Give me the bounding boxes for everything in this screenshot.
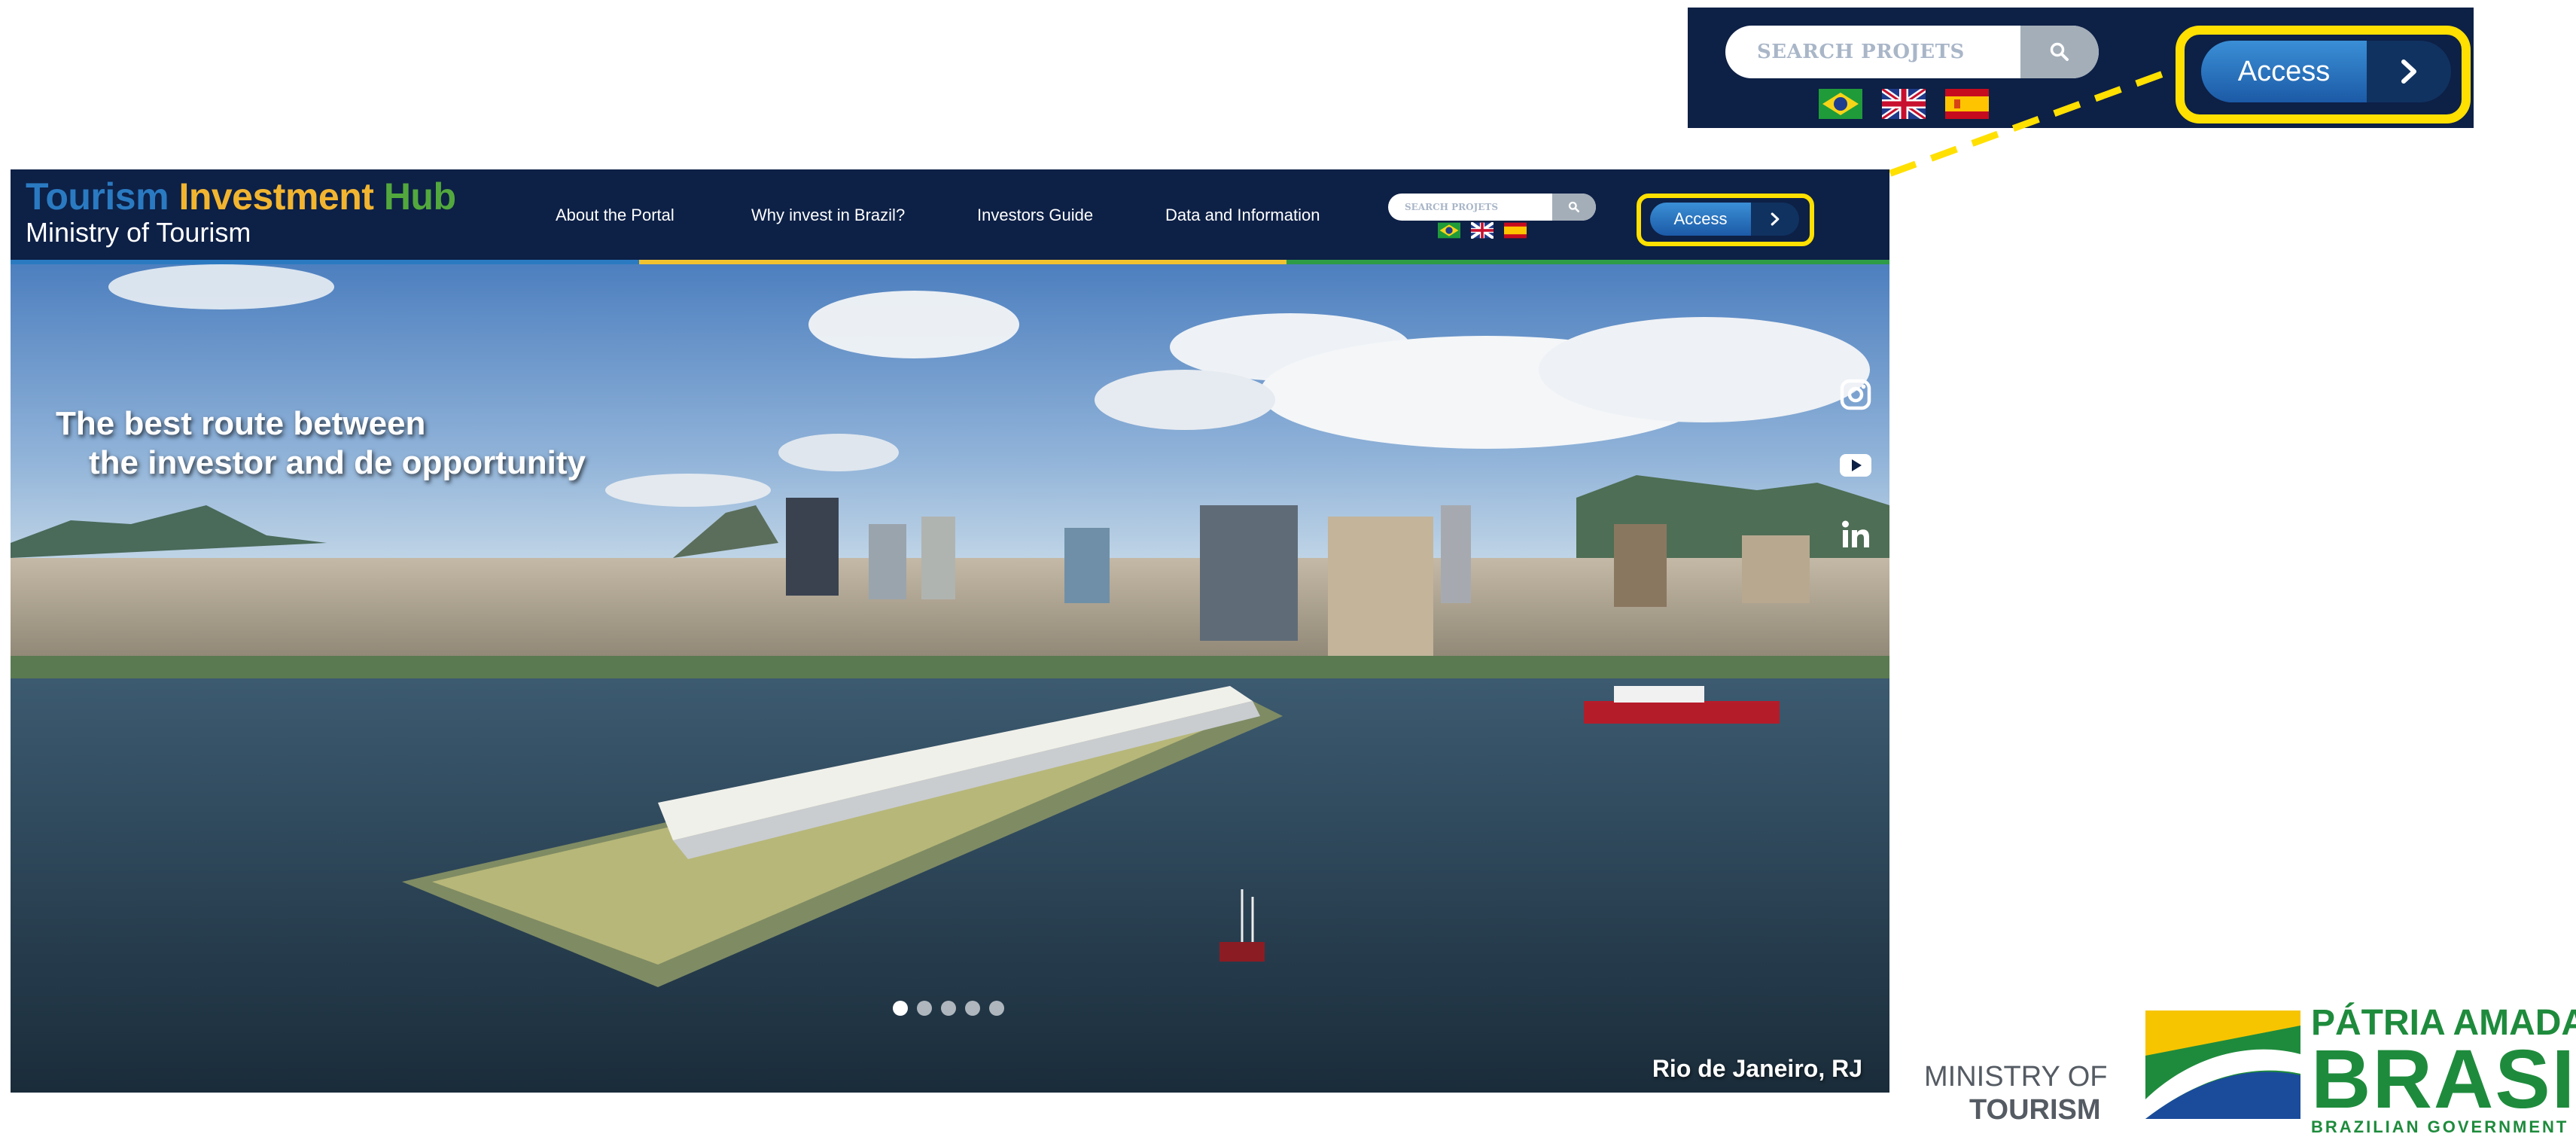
access-arrow [1751,203,1799,236]
search-box[interactable]: SEARCH PROJETS [1388,194,1596,221]
hero-headline: The best route between the investor and … [56,404,586,483]
search-icon [1568,201,1579,212]
hero-headline-line1: The best route between [56,405,426,442]
carousel-dot-5[interactable] [989,1001,1004,1016]
carousel-dots [893,1001,1004,1016]
nav-data-information[interactable]: Data and Information [1165,206,1320,225]
linkedin-icon[interactable] [1837,516,1874,553]
access-label: Access [1650,203,1751,236]
ministry-of-tourism-logo: MINISTRY OF TOURISM [1924,1060,2108,1126]
access-button[interactable]: Access [1650,203,1799,236]
brazil-flag-icon[interactable] [1438,222,1460,239]
brazil-government-emblem-icon [2145,1010,2300,1119]
uk-flag-icon[interactable] [1471,222,1494,239]
instagram-icon[interactable] [1837,376,1874,413]
logo-subtitle: Ministry of Tourism [26,217,251,248]
nav-why-invest[interactable]: Why invest in Brazil? [751,206,905,225]
youtube-icon[interactable] [1837,447,1874,484]
search-button[interactable] [1552,194,1596,221]
ministry-line1: MINISTRY OF [1924,1061,2108,1093]
ministry-line2: TOURISM [1969,1094,2101,1126]
hero-headline-line2: the investor and de opportunity [89,444,586,481]
carousel-dot-1[interactable] [893,1001,908,1016]
spain-flag-icon[interactable] [1504,222,1527,239]
logo-word-investment: Investment [178,175,374,218]
carousel-dot-2[interactable] [917,1001,932,1016]
brand-line3: BRAZILIAN GOVERNMENT [2311,1117,2569,1136]
search-placeholder: SEARCH PROJETS [1405,202,1499,212]
carousel-dot-4[interactable] [965,1001,980,1016]
site-logo[interactable]: Tourism Investment Hub Ministry of Touri… [26,175,456,248]
hero-banner: The best route between the investor and … [11,264,1889,1093]
patria-amada-brasil-logo: PÁTRIA AMADA BRASIL BRAZILIAN GOVERNMENT [2311,1004,2576,1137]
logo-word-tourism: Tourism [26,175,169,218]
site-screenshot: Tourism Investment Hub Ministry of Touri… [11,169,1889,1093]
carousel-dot-3[interactable] [941,1001,956,1016]
hero-photo-rio [11,264,1889,1093]
logo-title: Tourism Investment Hub [26,175,456,218]
chevron-right-icon [1771,212,1780,226]
hero-location-caption: Rio de Janeiro, RJ [1652,1055,1862,1082]
brand-line2: BRASIL [2311,1033,2576,1126]
nav-about-portal[interactable]: About the Portal [556,206,674,225]
language-flags [1438,222,1527,239]
logo-word-hub: Hub [383,175,456,218]
nav-investors-guide[interactable]: Investors Guide [977,206,1093,225]
top-navbar: Tourism Investment Hub Ministry of Touri… [11,169,1889,264]
